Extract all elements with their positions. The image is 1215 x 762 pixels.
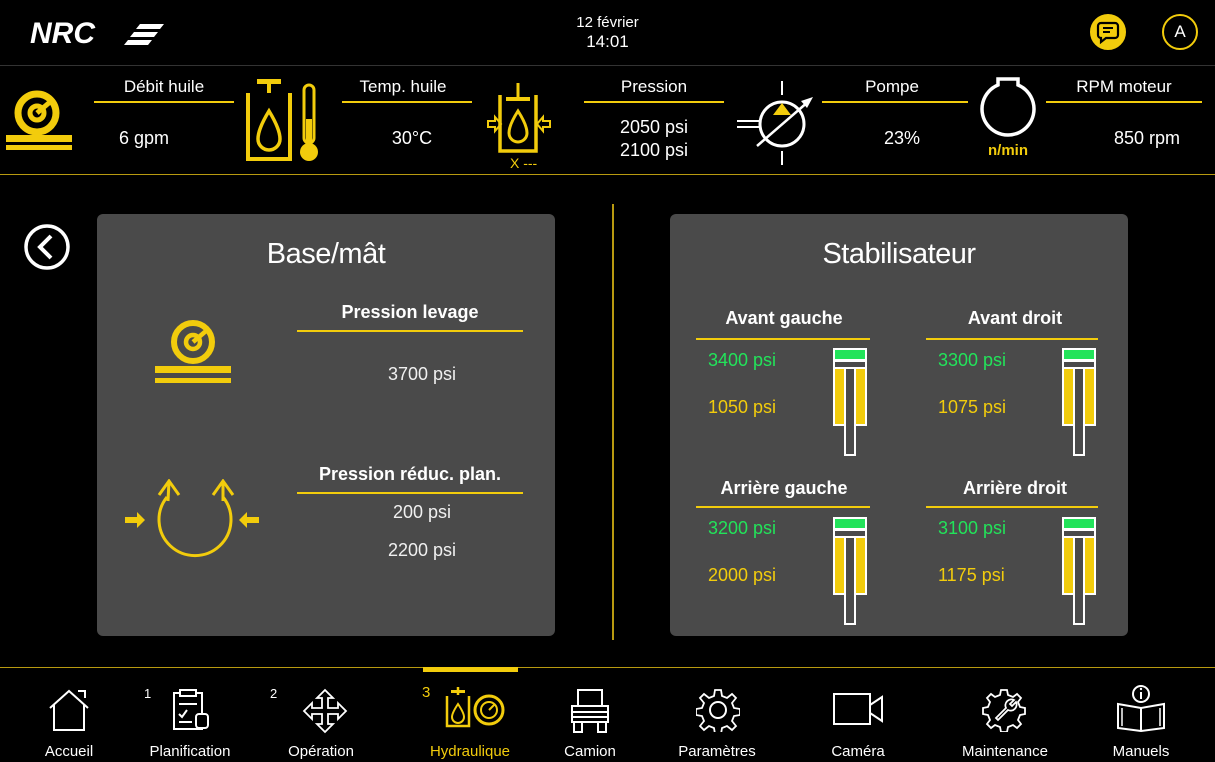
- leg-rear-right-label: Arrière droit: [962, 478, 1068, 498]
- stabilizer-cylinder-icon: [833, 517, 867, 625]
- planetary-reducer-icon: [123, 479, 263, 569]
- nav-planification-label: Planification: [149, 743, 231, 760]
- camera-icon: [833, 693, 883, 725]
- leg-front-left-bottom-pressure: 1050 psi: [708, 397, 777, 417]
- pump-label: Pompe: [865, 77, 919, 96]
- leg-rear-right-top-pressure: 3100 psi: [938, 518, 1007, 538]
- chat-icon: [1096, 21, 1120, 45]
- leg-front-right-label: Avant droit: [967, 308, 1063, 328]
- engine-rpm-icon: n/min: [976, 77, 1040, 157]
- gear-icon: [696, 689, 740, 732]
- nav-parametres-label: Paramètres: [678, 743, 756, 760]
- leg-rear-left-label: Arrière gauche: [720, 478, 848, 498]
- stabilizer-cylinder-icon: [1062, 348, 1096, 456]
- move-arrows-icon: [302, 688, 348, 734]
- wrench-gear-icon: [982, 689, 1026, 732]
- pump-underline: [822, 101, 968, 103]
- leg-rear-left-bottom-pressure: 2000 psi: [708, 565, 777, 585]
- nav-camera-label: Caméra: [831, 743, 885, 760]
- back-button[interactable]: [22, 222, 72, 272]
- panel-divider: [612, 204, 614, 640]
- nav-camion[interactable]: Camion: [558, 668, 622, 762]
- variable-pump-icon: [737, 81, 817, 165]
- nav-camion-label: Camion: [564, 743, 616, 760]
- manual-book-icon: [1117, 685, 1165, 732]
- stabilizer-cylinder-icon: [833, 348, 867, 456]
- flow-meter-icon: [6, 89, 72, 151]
- nav-maintenance[interactable]: Maintenance: [950, 668, 1060, 762]
- flow-underline: [94, 101, 234, 103]
- nav-hydraulique[interactable]: 3 Hydraulique: [414, 668, 526, 762]
- nav-hydraulique-label: Hydraulique: [429, 743, 511, 760]
- nav-operation-label: Opération: [288, 743, 354, 760]
- chat-button[interactable]: [1090, 14, 1126, 50]
- nav-accueil-label: Accueil: [44, 743, 94, 760]
- planetary-pressure-value-2: 2200 psi: [387, 540, 457, 560]
- nav-camera[interactable]: Caméra: [820, 668, 896, 762]
- stabilizer-panel: Stabilisateur Avant gauche 3400 psi 1050…: [670, 214, 1128, 636]
- base-mast-panel: Base/mât Pression levage 3700 psi Pressi…: [97, 214, 555, 636]
- oil-temperature-icon: [245, 79, 321, 165]
- home-icon: [49, 689, 89, 731]
- nav-planification-number: 1: [144, 686, 152, 701]
- planetary-pressure-label: Pression réduc. plan.: [318, 464, 502, 484]
- rpm-label: RPM moteur: [1076, 77, 1172, 96]
- flow-label: Débit huile: [123, 77, 205, 96]
- nav-operation[interactable]: 2 Opération: [266, 668, 376, 762]
- nav-maintenance-label: Maintenance: [962, 743, 1048, 760]
- pressure-value-2: 2100 psi: [619, 140, 689, 160]
- nav-hydraulique-number: 3: [422, 684, 431, 701]
- clipboard-icon: [173, 689, 209, 730]
- svg-text:n/min: n/min: [988, 142, 1028, 157]
- nav-accueil[interactable]: Accueil: [28, 668, 110, 762]
- metrics-bar: Débit huile 6 gpm Temp. huile 30°C X ---…: [0, 67, 1215, 175]
- planetary-underline: [297, 492, 523, 494]
- nav-manuels-label: Manuels: [1112, 743, 1170, 760]
- leg-front-left-underline: [696, 338, 870, 340]
- rpm-value: 850 rpm: [1113, 128, 1181, 148]
- truck-icon: [571, 689, 609, 733]
- pressure-underline: [584, 101, 724, 103]
- nav-operation-number: 2: [270, 686, 278, 701]
- nav-parametres[interactable]: Paramètres: [670, 668, 764, 762]
- leg-rear-right-underline: [926, 506, 1098, 508]
- chevron-left-icon: [24, 224, 70, 270]
- lift-pressure-label: Pression levage: [341, 302, 479, 322]
- pressure-sub-text: X ---: [510, 155, 538, 171]
- pressure-label: Pression: [620, 77, 688, 96]
- planetary-pressure-value-1: 200 psi: [392, 502, 452, 522]
- bottom-nav: Accueil 1 Planification 2 Opération 3 Hy…: [0, 667, 1215, 762]
- nav-manuels[interactable]: Manuels: [1104, 668, 1178, 762]
- leg-rear-right-bottom-pressure: 1175 psi: [938, 565, 1005, 585]
- top-bar: NRC 12 février 14:01 A: [0, 0, 1215, 66]
- leg-front-right-bottom-pressure: 1075 psi: [938, 397, 1007, 417]
- leg-rear-left-top-pressure: 3200 psi: [708, 518, 777, 538]
- stabilizer-cylinder-icon: [1062, 517, 1096, 625]
- rpm-underline: [1046, 101, 1202, 103]
- pressure-cylinder-icon: [486, 81, 552, 165]
- pump-value: 23%: [883, 128, 921, 148]
- leg-rear-left-underline: [696, 506, 870, 508]
- active-tab-indicator: [423, 667, 518, 672]
- lift-pressure-value: 3700 psi: [387, 364, 457, 384]
- leg-front-right-underline: [926, 338, 1098, 340]
- temp-underline: [342, 101, 472, 103]
- stabilizer-panel-title: Stabilisateur: [822, 238, 976, 270]
- pressure-value-1: 2050 psi: [619, 117, 689, 137]
- flow-value: 6 gpm: [118, 128, 170, 148]
- leg-front-left-label: Avant gauche: [725, 308, 843, 328]
- nav-planification[interactable]: 1 Planification: [140, 668, 240, 762]
- leg-front-left-top-pressure: 3400 psi: [708, 350, 777, 370]
- temp-label: Temp. huile: [359, 77, 447, 96]
- lift-gauge-icon: [153, 318, 233, 388]
- leg-front-right-top-pressure: 3300 psi: [938, 350, 1007, 370]
- user-avatar-button[interactable]: A: [1162, 14, 1198, 50]
- time-text: 14:01: [586, 32, 629, 51]
- date-time: 12 février 14:01: [0, 13, 1215, 51]
- date-text: 12 février: [576, 14, 639, 31]
- lift-underline: [297, 330, 523, 332]
- hydraulic-icon: [445, 687, 505, 728]
- temp-value: 30°C: [391, 128, 433, 148]
- base-panel-title: Base/mât: [266, 238, 386, 270]
